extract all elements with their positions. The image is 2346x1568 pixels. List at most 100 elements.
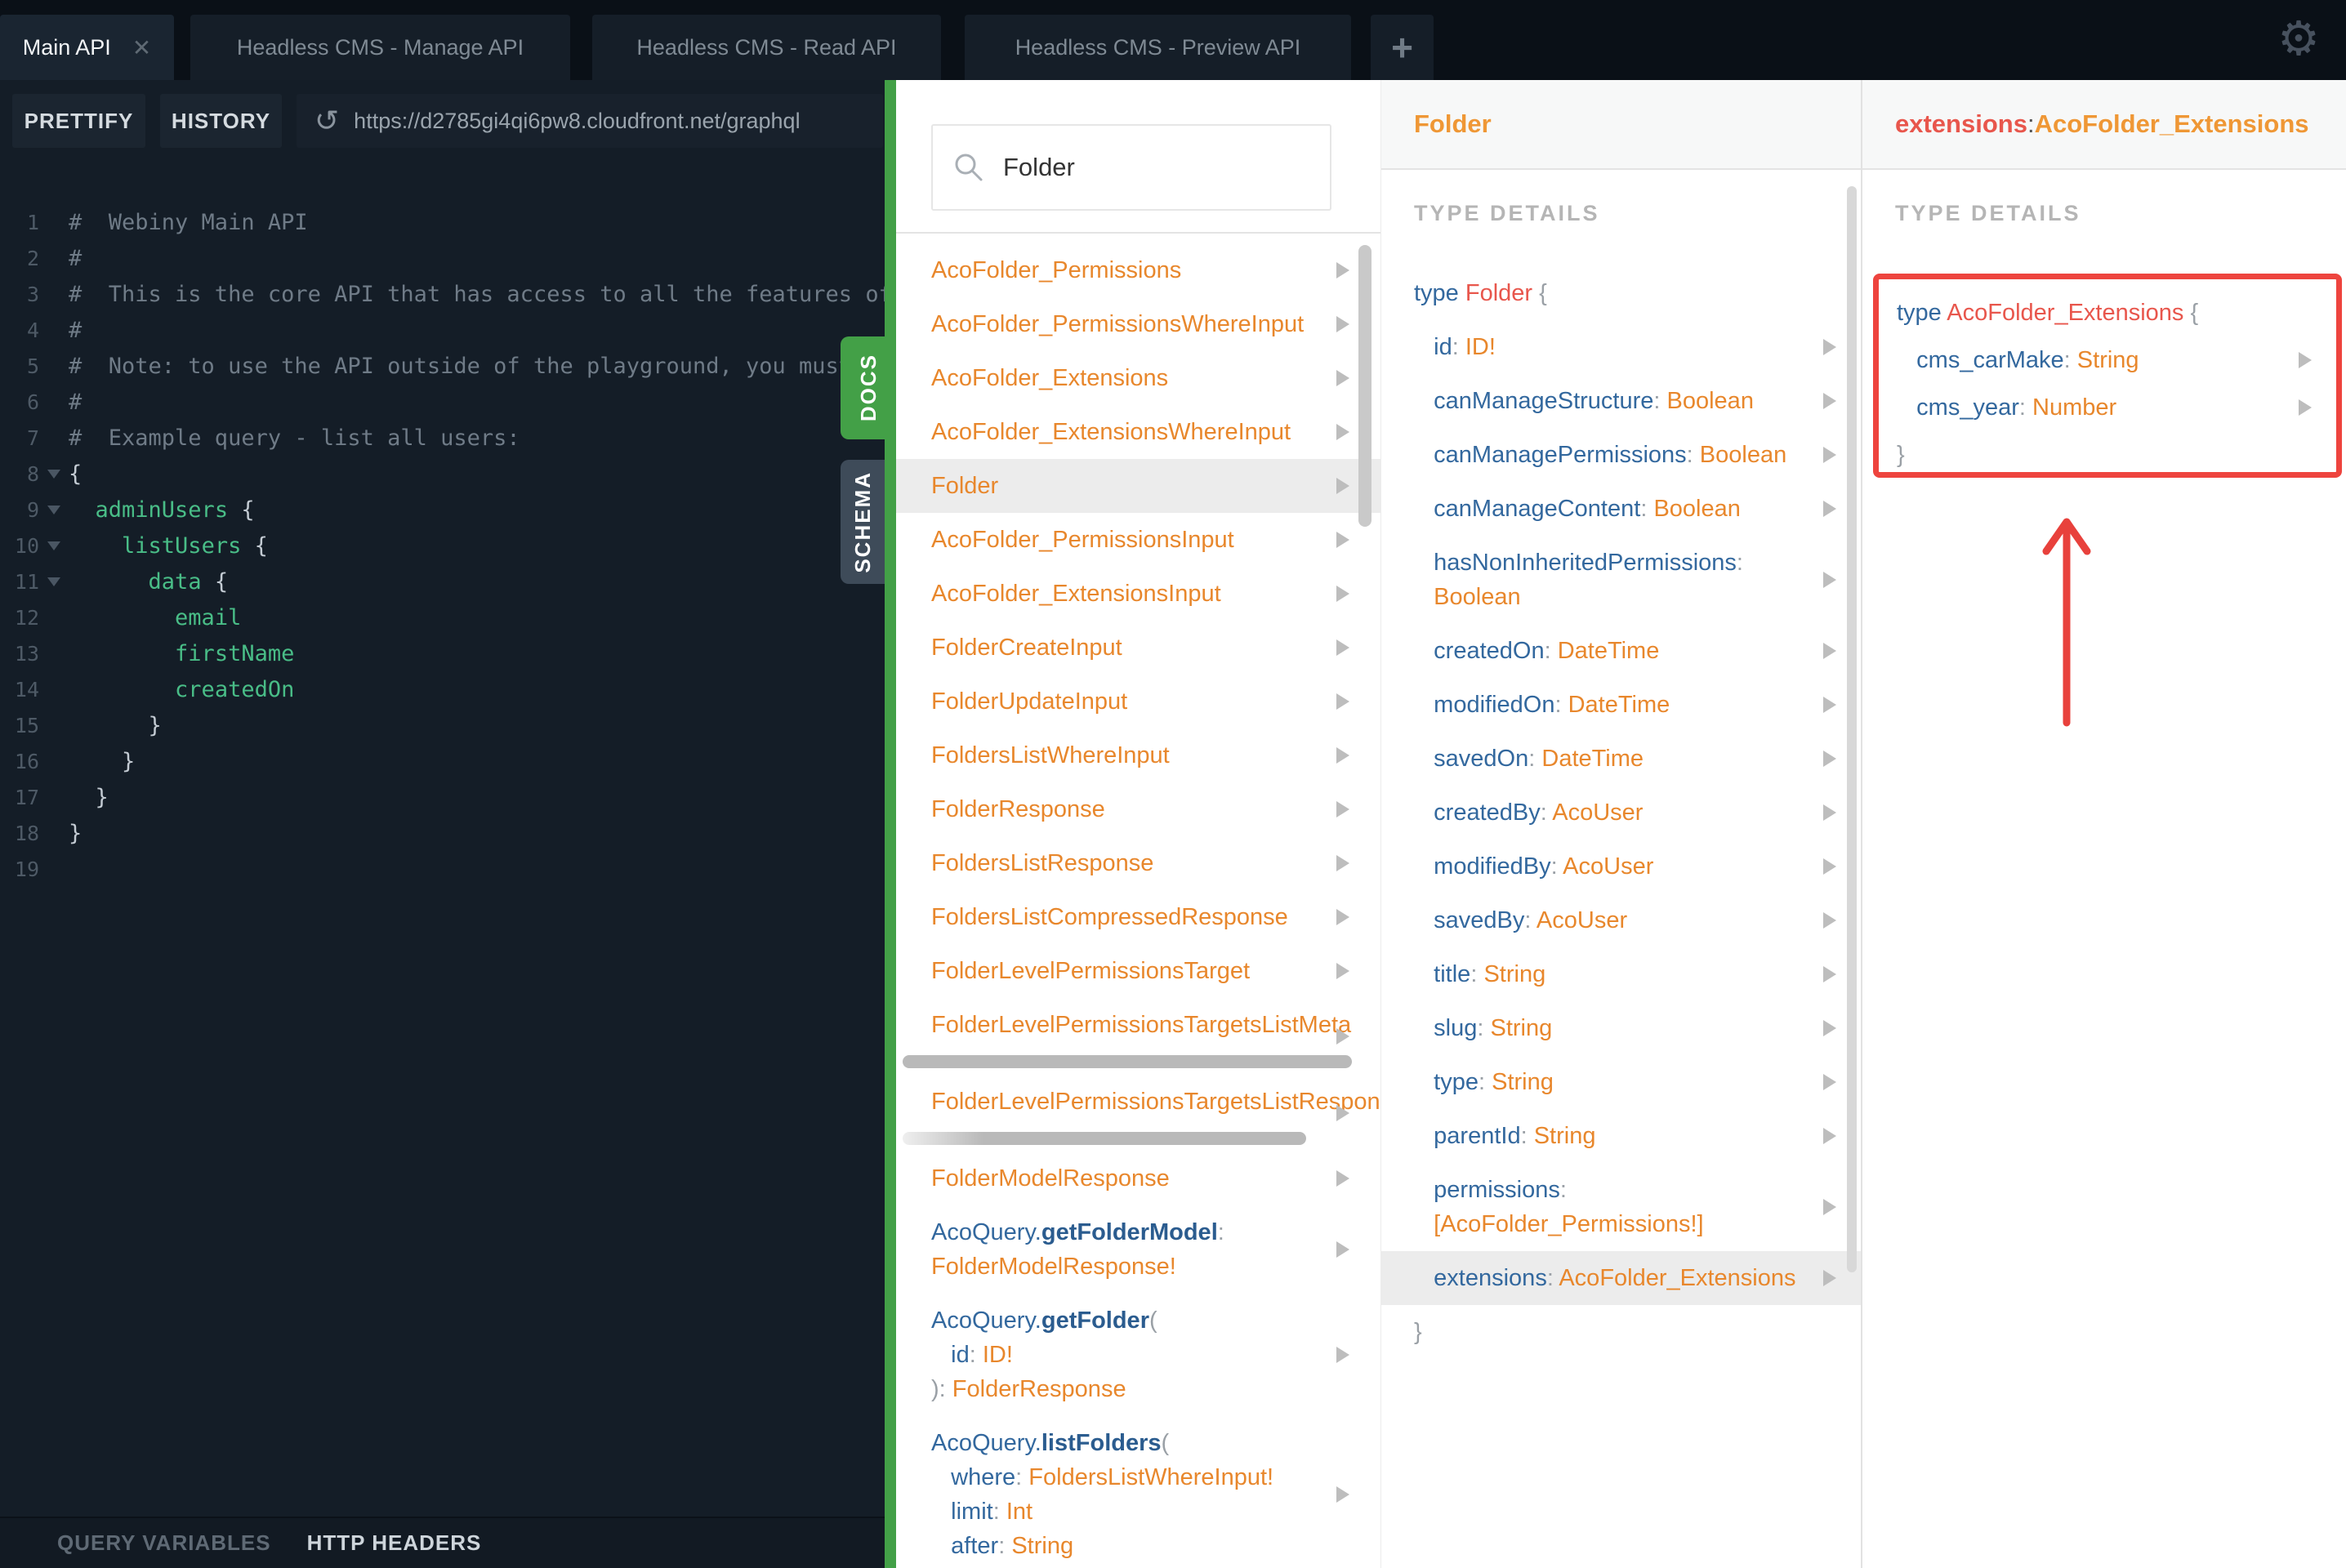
docs-list-item[interactable]: AcoQuery.getFolderModel: FolderModelRespo…: [896, 1205, 1380, 1294]
code-line[interactable]: 9 adminUsers {: [0, 492, 885, 528]
docs-list-item[interactable]: AcoFolder_PermissionsInput: [896, 513, 1380, 567]
refresh-icon[interactable]: ↺: [314, 104, 339, 138]
docs-list-item[interactable]: FolderLevelPermissionsTargetsListRespons…: [896, 1075, 1380, 1152]
docs-list-item[interactable]: FolderCreateInput: [896, 621, 1380, 675]
expand-arrow-icon[interactable]: [1336, 478, 1349, 494]
type-field-row[interactable]: createdBy: AcoUser: [1381, 786, 1861, 840]
expand-arrow-icon[interactable]: [1823, 339, 1836, 355]
code-line[interactable]: 16 }: [0, 743, 885, 779]
type-field-row[interactable]: id: ID!: [1381, 320, 1861, 374]
expand-arrow-icon[interactable]: [1823, 1020, 1836, 1036]
docs-search-input[interactable]: [1003, 153, 1310, 182]
code-line[interactable]: 8{: [0, 456, 885, 492]
code-line[interactable]: 5 # Note: to use the API outside of the p…: [0, 348, 885, 384]
expand-arrow-icon[interactable]: [1336, 747, 1349, 764]
code-line[interactable]: 11 data {: [0, 564, 885, 599]
docs-list-item[interactable]: AcoFolder_ExtensionsInput: [896, 567, 1380, 621]
type-field-row[interactable]: canManageStructure: Boolean: [1381, 374, 1861, 428]
docs-vertical-scrollbar[interactable]: [1358, 245, 1371, 527]
type-field-row[interactable]: parentId: String: [1381, 1109, 1861, 1163]
code-line[interactable]: 7 # Example query - list all users:: [0, 420, 885, 456]
docs-list-item[interactable]: FoldersListWhereInput: [896, 728, 1380, 782]
tab-headless-cms-read-api[interactable]: Headless CMS - Read API: [592, 15, 941, 80]
expand-arrow-icon[interactable]: [1336, 586, 1349, 602]
docs-list-item[interactable]: AcoFolder_Permissions: [896, 243, 1380, 297]
tab-headless-cms-preview-api[interactable]: Headless CMS - Preview API: [965, 15, 1351, 80]
expand-arrow-icon[interactable]: [1823, 966, 1836, 982]
docs-list-item[interactable]: AcoQuery.listFolders( where: FoldersList…: [896, 1416, 1380, 1568]
code-editor[interactable]: 1 # Webiny Main API 2 #3 # This is the core …: [0, 163, 885, 1517]
expand-arrow-icon[interactable]: [1336, 1028, 1349, 1045]
expand-arrow-icon[interactable]: [1336, 693, 1349, 710]
type-field-row[interactable]: type Folder {: [1381, 266, 1861, 320]
expand-arrow-icon[interactable]: [1336, 639, 1349, 656]
docs-list-item[interactable]: AcoFolder_PermissionsWhereInput: [896, 297, 1380, 351]
code-line[interactable]: 14 createdOn: [0, 671, 885, 707]
expand-arrow-icon[interactable]: [1823, 501, 1836, 517]
code-line[interactable]: 15 }: [0, 707, 885, 743]
expand-arrow-icon[interactable]: [1336, 801, 1349, 817]
tab-main-api[interactable]: Main API ✕: [0, 15, 174, 80]
expand-arrow-icon[interactable]: [1823, 1270, 1836, 1286]
pane-resize-handle[interactable]: [885, 80, 896, 1568]
code-line[interactable]: 4 #: [0, 312, 885, 348]
docs-list-item[interactable]: FolderLevelPermissionsTarget: [896, 944, 1380, 998]
code-line[interactable]: 12 email: [0, 599, 885, 635]
expand-arrow-icon[interactable]: [1336, 1170, 1349, 1187]
prettify-button[interactable]: PRETTIFY: [12, 94, 145, 148]
docs-list-item[interactable]: FolderModelResponse: [896, 1152, 1380, 1205]
add-tab-button[interactable]: +: [1371, 15, 1434, 80]
settings-gear-icon[interactable]: ⚙: [2277, 7, 2320, 72]
docs-list-item[interactable]: AcoQuery.getFolder( id: ID!): FolderResp…: [896, 1294, 1380, 1416]
expand-arrow-icon[interactable]: [1823, 751, 1836, 767]
type-field-row[interactable]: }: [1381, 1305, 1861, 1359]
expand-arrow-icon[interactable]: [1823, 804, 1836, 821]
type-field-row[interactable]: savedBy: AcoUser: [1381, 893, 1861, 947]
expand-arrow-icon[interactable]: [1336, 1347, 1349, 1363]
type-field-row[interactable]: savedOn: DateTime: [1381, 732, 1861, 786]
expand-arrow-icon[interactable]: [1823, 697, 1836, 713]
extension-field-row[interactable]: cms_year: Number: [1879, 384, 2336, 431]
docs-list-item[interactable]: FolderUpdateInput: [896, 675, 1380, 728]
horizontal-scrollbar[interactable]: [903, 1132, 1306, 1145]
extension-field-row[interactable]: type AcoFolder_Extensions {: [1879, 289, 2336, 336]
code-line[interactable]: 17 }: [0, 779, 885, 815]
http-headers-tab[interactable]: HTTP HEADERS: [307, 1530, 482, 1556]
type-field-row[interactable]: canManagePermissions: Boolean: [1381, 428, 1861, 482]
query-variables-tab[interactable]: QUERY VARIABLES: [57, 1530, 271, 1556]
horizontal-scrollbar[interactable]: [903, 1055, 1352, 1068]
history-button[interactable]: HISTORY: [160, 94, 282, 148]
docs-list-item[interactable]: Folder: [896, 459, 1380, 513]
docs-list-item[interactable]: FolderResponse: [896, 782, 1380, 836]
expand-arrow-icon[interactable]: [1823, 1128, 1836, 1144]
expand-arrow-icon[interactable]: [1823, 858, 1836, 875]
expand-arrow-icon[interactable]: [1823, 1074, 1836, 1090]
code-line[interactable]: 6 #: [0, 384, 885, 420]
expand-arrow-icon[interactable]: [1823, 447, 1836, 463]
expand-arrow-icon[interactable]: [1823, 572, 1836, 588]
expand-arrow-icon[interactable]: [1336, 316, 1349, 332]
schema-side-tab[interactable]: SCHEMA: [841, 460, 885, 584]
docs-list-item[interactable]: AcoFolder_ExtensionsWhereInput: [896, 405, 1380, 459]
code-line[interactable]: 2 #: [0, 240, 885, 276]
expand-arrow-icon[interactable]: [1336, 1241, 1349, 1258]
docs-list-item[interactable]: AcoFolder_Extensions: [896, 351, 1380, 405]
type-field-row[interactable]: hasNonInheritedPermissions: Boolean: [1381, 536, 1861, 624]
type-field-row[interactable]: canManageContent: Boolean: [1381, 482, 1861, 536]
tab-headless-cms-manage-api[interactable]: Headless CMS - Manage API: [190, 15, 570, 80]
code-line[interactable]: 13 firstName: [0, 635, 885, 671]
type-field-row[interactable]: type: String: [1381, 1055, 1861, 1109]
type-field-row[interactable]: modifiedBy: AcoUser: [1381, 840, 1861, 893]
expand-arrow-icon[interactable]: [1336, 262, 1349, 278]
expand-arrow-icon[interactable]: [1823, 643, 1836, 659]
expand-arrow-icon[interactable]: [1336, 909, 1349, 925]
expand-arrow-icon[interactable]: [1823, 912, 1836, 929]
expand-arrow-icon[interactable]: [1336, 424, 1349, 440]
expand-arrow-icon[interactable]: [1823, 393, 1836, 409]
type-field-row[interactable]: title: String: [1381, 947, 1861, 1001]
type-field-row[interactable]: slug: String: [1381, 1001, 1861, 1055]
expand-arrow-icon[interactable]: [1336, 1105, 1349, 1121]
docs-search-box[interactable]: [931, 124, 1331, 211]
code-line[interactable]: 1 # Webiny Main API: [0, 204, 885, 240]
code-line[interactable]: 10 listUsers {: [0, 528, 885, 564]
